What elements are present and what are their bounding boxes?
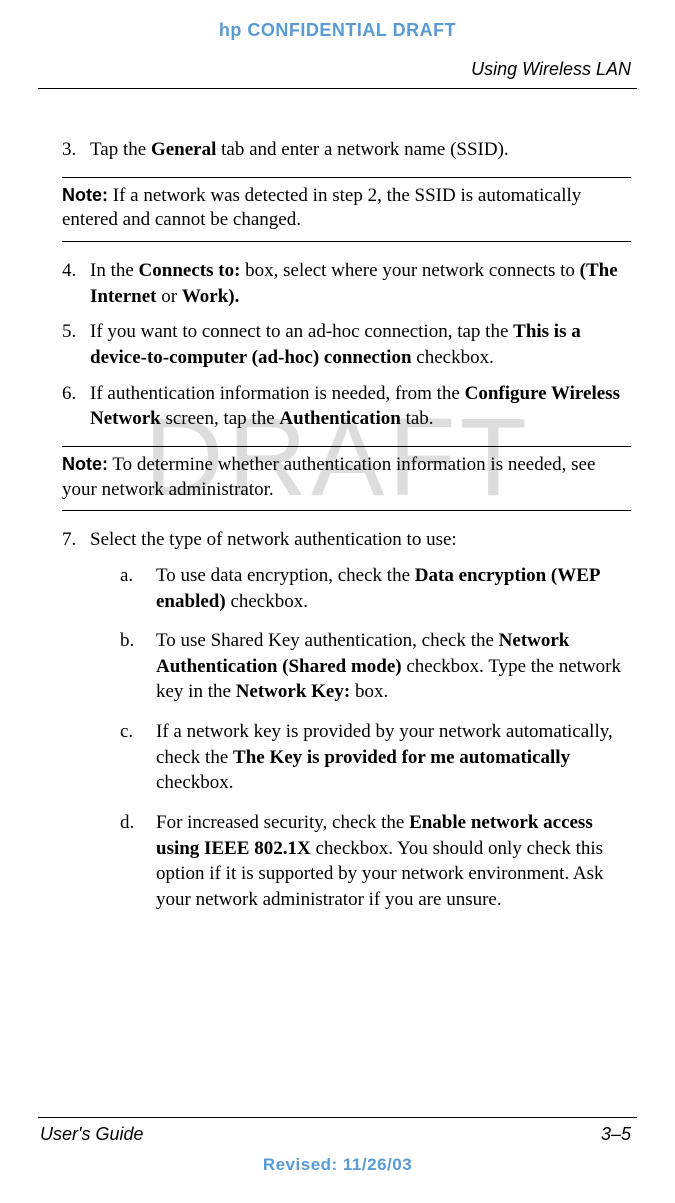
- bold-text: Authentication: [279, 408, 400, 429]
- section-title: Using Wireless LAN: [0, 41, 675, 88]
- note-2: Note: To determine whether authenticatio…: [62, 453, 631, 502]
- text: checkbox.: [226, 591, 308, 612]
- substep-body: If a network key is provided by your net…: [156, 719, 631, 796]
- note-rule: [62, 446, 631, 447]
- bold-text: The Key is provided for me automatically: [233, 747, 570, 768]
- step-number: 7.: [62, 527, 90, 926]
- text: tab and enter a network name (SSID).: [216, 139, 508, 160]
- footer-revised: Revised: 11/26/03: [0, 1155, 675, 1175]
- text: or: [156, 286, 181, 307]
- step-number: 5.: [62, 319, 90, 370]
- substep-b: b. To use Shared Key authentication, che…: [120, 628, 631, 705]
- footer-rule: [38, 1117, 637, 1118]
- note-label: Note:: [62, 185, 108, 205]
- text: In the: [90, 260, 139, 281]
- substep-c: c. If a network key is provided by your …: [120, 719, 631, 796]
- bold-text: General: [151, 139, 216, 160]
- substep-letter: a.: [120, 563, 156, 614]
- text: If you want to connect to an ad-hoc conn…: [90, 321, 513, 342]
- bold-text: Network Key:: [236, 681, 351, 702]
- step-5: 5. If you want to connect to an ad-hoc c…: [62, 319, 631, 370]
- text: To use data encryption, check the: [156, 565, 415, 586]
- substep-letter: b.: [120, 628, 156, 705]
- substep-d: d. For increased security, check the Ena…: [120, 810, 631, 913]
- step-body: Select the type of network authenticatio…: [90, 527, 631, 926]
- text: Select the type of network authenticatio…: [90, 529, 457, 550]
- step-body: Tap the General tab and enter a network …: [90, 137, 631, 163]
- text: If authentication information is needed,…: [90, 383, 465, 404]
- step-body: If authentication information is needed,…: [90, 381, 631, 432]
- substep-a: a. To use data encryption, check the Dat…: [120, 563, 631, 614]
- step-number: 3.: [62, 137, 90, 163]
- substep-body: For increased security, check the Enable…: [156, 810, 631, 913]
- text: For increased security, check the: [156, 812, 409, 833]
- step-6: 6. If authentication information is need…: [62, 381, 631, 432]
- step-number: 6.: [62, 381, 90, 432]
- footer: User's Guide 3–5 Revised: 11/26/03: [0, 1117, 675, 1175]
- note-label: Note:: [62, 454, 108, 474]
- note-rule: [62, 510, 631, 511]
- bold-text: Connects to:: [139, 260, 241, 281]
- step-body: In the Connects to: box, select where yo…: [90, 258, 631, 309]
- step-body: If you want to connect to an ad-hoc conn…: [90, 319, 631, 370]
- note-rule: [62, 177, 631, 178]
- step-7: 7. Select the type of network authentica…: [62, 527, 631, 926]
- step-number: 4.: [62, 258, 90, 309]
- footer-left: User's Guide: [40, 1124, 143, 1145]
- footer-page: 3–5: [601, 1124, 631, 1145]
- text: box, select where your network connects …: [240, 260, 579, 281]
- text: To use Shared Key authentication, check …: [156, 630, 499, 651]
- substep-letter: c.: [120, 719, 156, 796]
- substep-body: To use Shared Key authentication, check …: [156, 628, 631, 705]
- text: screen, tap the: [161, 408, 280, 429]
- text: checkbox.: [156, 772, 234, 793]
- text: box.: [350, 681, 388, 702]
- text: tab.: [401, 408, 434, 429]
- note-body: If a network was detected in step 2, the…: [62, 185, 581, 231]
- note-body: To determine whether authentication info…: [62, 454, 595, 500]
- header-confidential: hp CONFIDENTIAL DRAFT: [0, 0, 675, 41]
- note-1: Note: If a network was detected in step …: [62, 184, 631, 233]
- step-3: 3. Tap the General tab and enter a netwo…: [62, 137, 631, 163]
- step-4: 4. In the Connects to: box, select where…: [62, 258, 631, 309]
- note-rule: [62, 241, 631, 242]
- text: Tap the: [90, 139, 151, 160]
- bold-text: Work).: [182, 286, 240, 307]
- substep-body: To use data encryption, check the Data e…: [156, 563, 631, 614]
- substep-letter: d.: [120, 810, 156, 913]
- text: checkbox.: [412, 347, 494, 368]
